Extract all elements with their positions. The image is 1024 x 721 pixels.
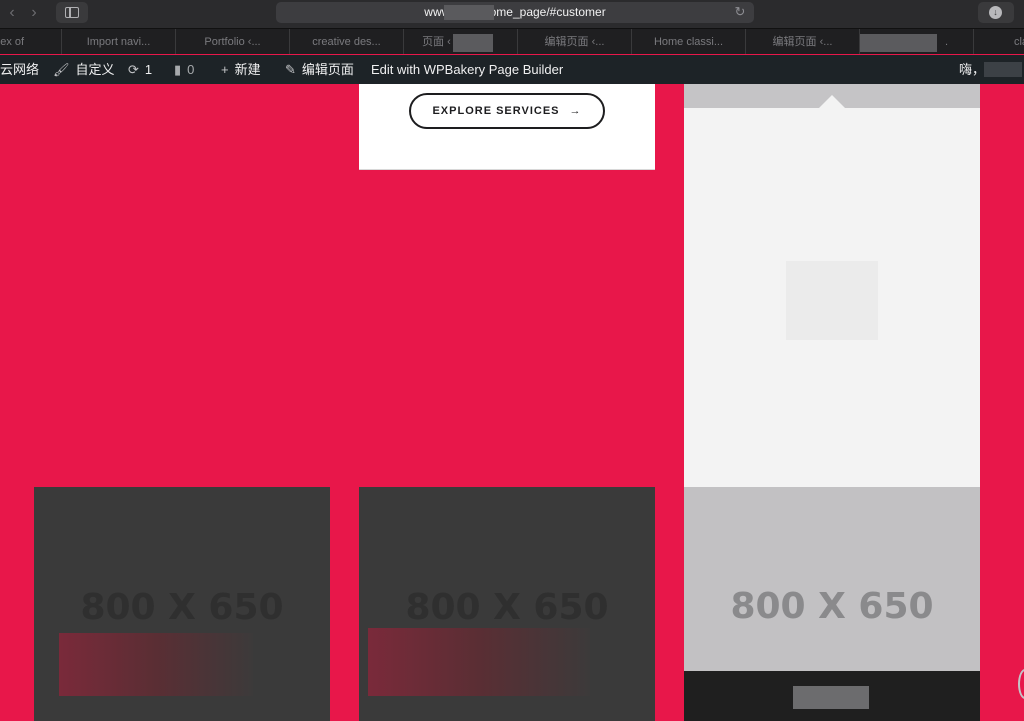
- tab-label: .: [944, 36, 949, 48]
- tab-label: 编辑页面 ‹...: [544, 36, 605, 48]
- new-label: 新建: [234, 62, 261, 77]
- redacted-block: [444, 5, 494, 20]
- portfolio-panel: 800 X 650: [684, 84, 980, 721]
- account-menu[interactable]: 嗨，: [959, 55, 985, 84]
- comment-icon: ▮: [174, 62, 182, 77]
- refresh-icon: ⟳: [128, 62, 139, 77]
- image-size-label: 800 X 650: [730, 586, 934, 627]
- redacted-block: [860, 34, 937, 52]
- browser-tab[interactable]: Import navi...: [62, 29, 176, 54]
- tab-label: Import navi...: [86, 36, 151, 48]
- network-label: 云网络: [0, 62, 40, 77]
- download-icon: ↓: [989, 6, 1002, 19]
- browser-tab[interactable]: Index of: [0, 29, 62, 54]
- image-size-label: 800 X 650: [405, 587, 609, 628]
- explore-services-button[interactable]: EXPLORE SERVICES →: [409, 93, 605, 129]
- address-bar[interactable]: www. ome_page/#customer ↻: [276, 2, 754, 23]
- tab-label: classic: [1013, 36, 1024, 48]
- chevron-right-icon: ›: [31, 4, 37, 21]
- updates-link[interactable]: ⟳ 1: [128, 55, 152, 84]
- tab-label: creative des...: [312, 36, 381, 48]
- comments-link[interactable]: ▮ 0: [174, 55, 194, 84]
- redacted-block: [59, 633, 253, 696]
- panel-body: [684, 108, 980, 487]
- paintbrush-icon: 🖌: [53, 62, 70, 77]
- browser-tab[interactable]: Portfolio ‹...: [176, 29, 290, 54]
- image-size-label: 800 X 650: [80, 587, 284, 628]
- redacted-block: [453, 34, 493, 52]
- browser-tab[interactable]: 编辑页面 ‹...: [746, 29, 860, 54]
- redacted-block: [793, 686, 869, 709]
- browser-tab[interactable]: .: [860, 29, 974, 54]
- customize-link[interactable]: 🖌 自定义: [53, 55, 115, 84]
- plus-icon: +: [221, 62, 229, 77]
- arrow-right-icon: →: [569, 105, 582, 117]
- network-menu[interactable]: 云网络: [0, 55, 39, 84]
- tab-label: Home classi...: [653, 36, 724, 48]
- browser-tab[interactable]: 页面 ‹: [404, 29, 518, 54]
- tab-label: Index of: [0, 36, 25, 48]
- wpbakery-link[interactable]: Edit with WPBakery Page Builder: [371, 55, 563, 84]
- redacted-block: [368, 628, 590, 696]
- updates-count: 1: [144, 62, 153, 77]
- portfolio-card[interactable]: 800 X 650: [34, 487, 330, 721]
- tab-label: 编辑页面 ‹...: [772, 36, 833, 48]
- downloads-button[interactable]: ↓: [978, 2, 1014, 23]
- panel-footer: [684, 671, 980, 721]
- reload-icon[interactable]: ↻: [732, 4, 748, 20]
- browser-toolbar: ‹ › www. ome_page/#customer ↻ ↓: [0, 0, 1024, 28]
- tab-label: Portfolio ‹...: [204, 36, 261, 48]
- new-content-link[interactable]: + 新建: [221, 55, 261, 84]
- services-card: EXPLORE SERVICES →: [359, 84, 655, 170]
- browser-tab[interactable]: Home classi...: [632, 29, 746, 54]
- edit-page-link[interactable]: ✎ 编辑页面: [285, 55, 354, 84]
- panel-pointer: [819, 95, 845, 108]
- portfolio-card[interactable]: 800 X 650: [359, 487, 655, 721]
- forward-button[interactable]: ›: [24, 3, 44, 23]
- back-button[interactable]: ‹: [2, 3, 22, 23]
- greeting-label: 嗨，: [959, 62, 986, 77]
- portfolio-image[interactable]: 800 X 650: [684, 487, 980, 671]
- pencil-icon: ✎: [285, 62, 296, 77]
- admin-bar: 云网络 🖌 自定义 ⟳ 1 ▮ 0 + 新建 ✎ 编辑页面 Edit with WPBak…: [0, 55, 1024, 84]
- page-content: EXPLORE SERVICES → 800 X 650 800 X 650 80…: [0, 84, 1024, 721]
- sidebar-toggle-button[interactable]: [56, 2, 88, 23]
- tab-strip: Index of Import navi... Portfolio ‹... c…: [0, 28, 1024, 54]
- url-text: www. ome_page/#customer: [424, 5, 606, 19]
- edit-page-label: 编辑页面: [301, 62, 354, 77]
- browser-tab[interactable]: classic: [974, 29, 1024, 54]
- customize-label: 自定义: [75, 62, 115, 77]
- browser-tab[interactable]: 编辑页面 ‹...: [518, 29, 632, 54]
- scroll-top-button[interactable]: [1018, 669, 1024, 699]
- comments-count: 0: [187, 62, 195, 77]
- image-placeholder: [786, 261, 878, 340]
- wpbakery-label: Edit with WPBakery Page Builder: [371, 62, 564, 77]
- explore-services-label: EXPLORE SERVICES: [432, 105, 560, 117]
- browser-tab[interactable]: creative des...: [290, 29, 404, 54]
- redacted-block: [984, 62, 1022, 77]
- sidebar-icon: [65, 7, 79, 18]
- chevron-left-icon: ‹: [9, 4, 15, 21]
- tab-label: 页面 ‹: [422, 36, 451, 48]
